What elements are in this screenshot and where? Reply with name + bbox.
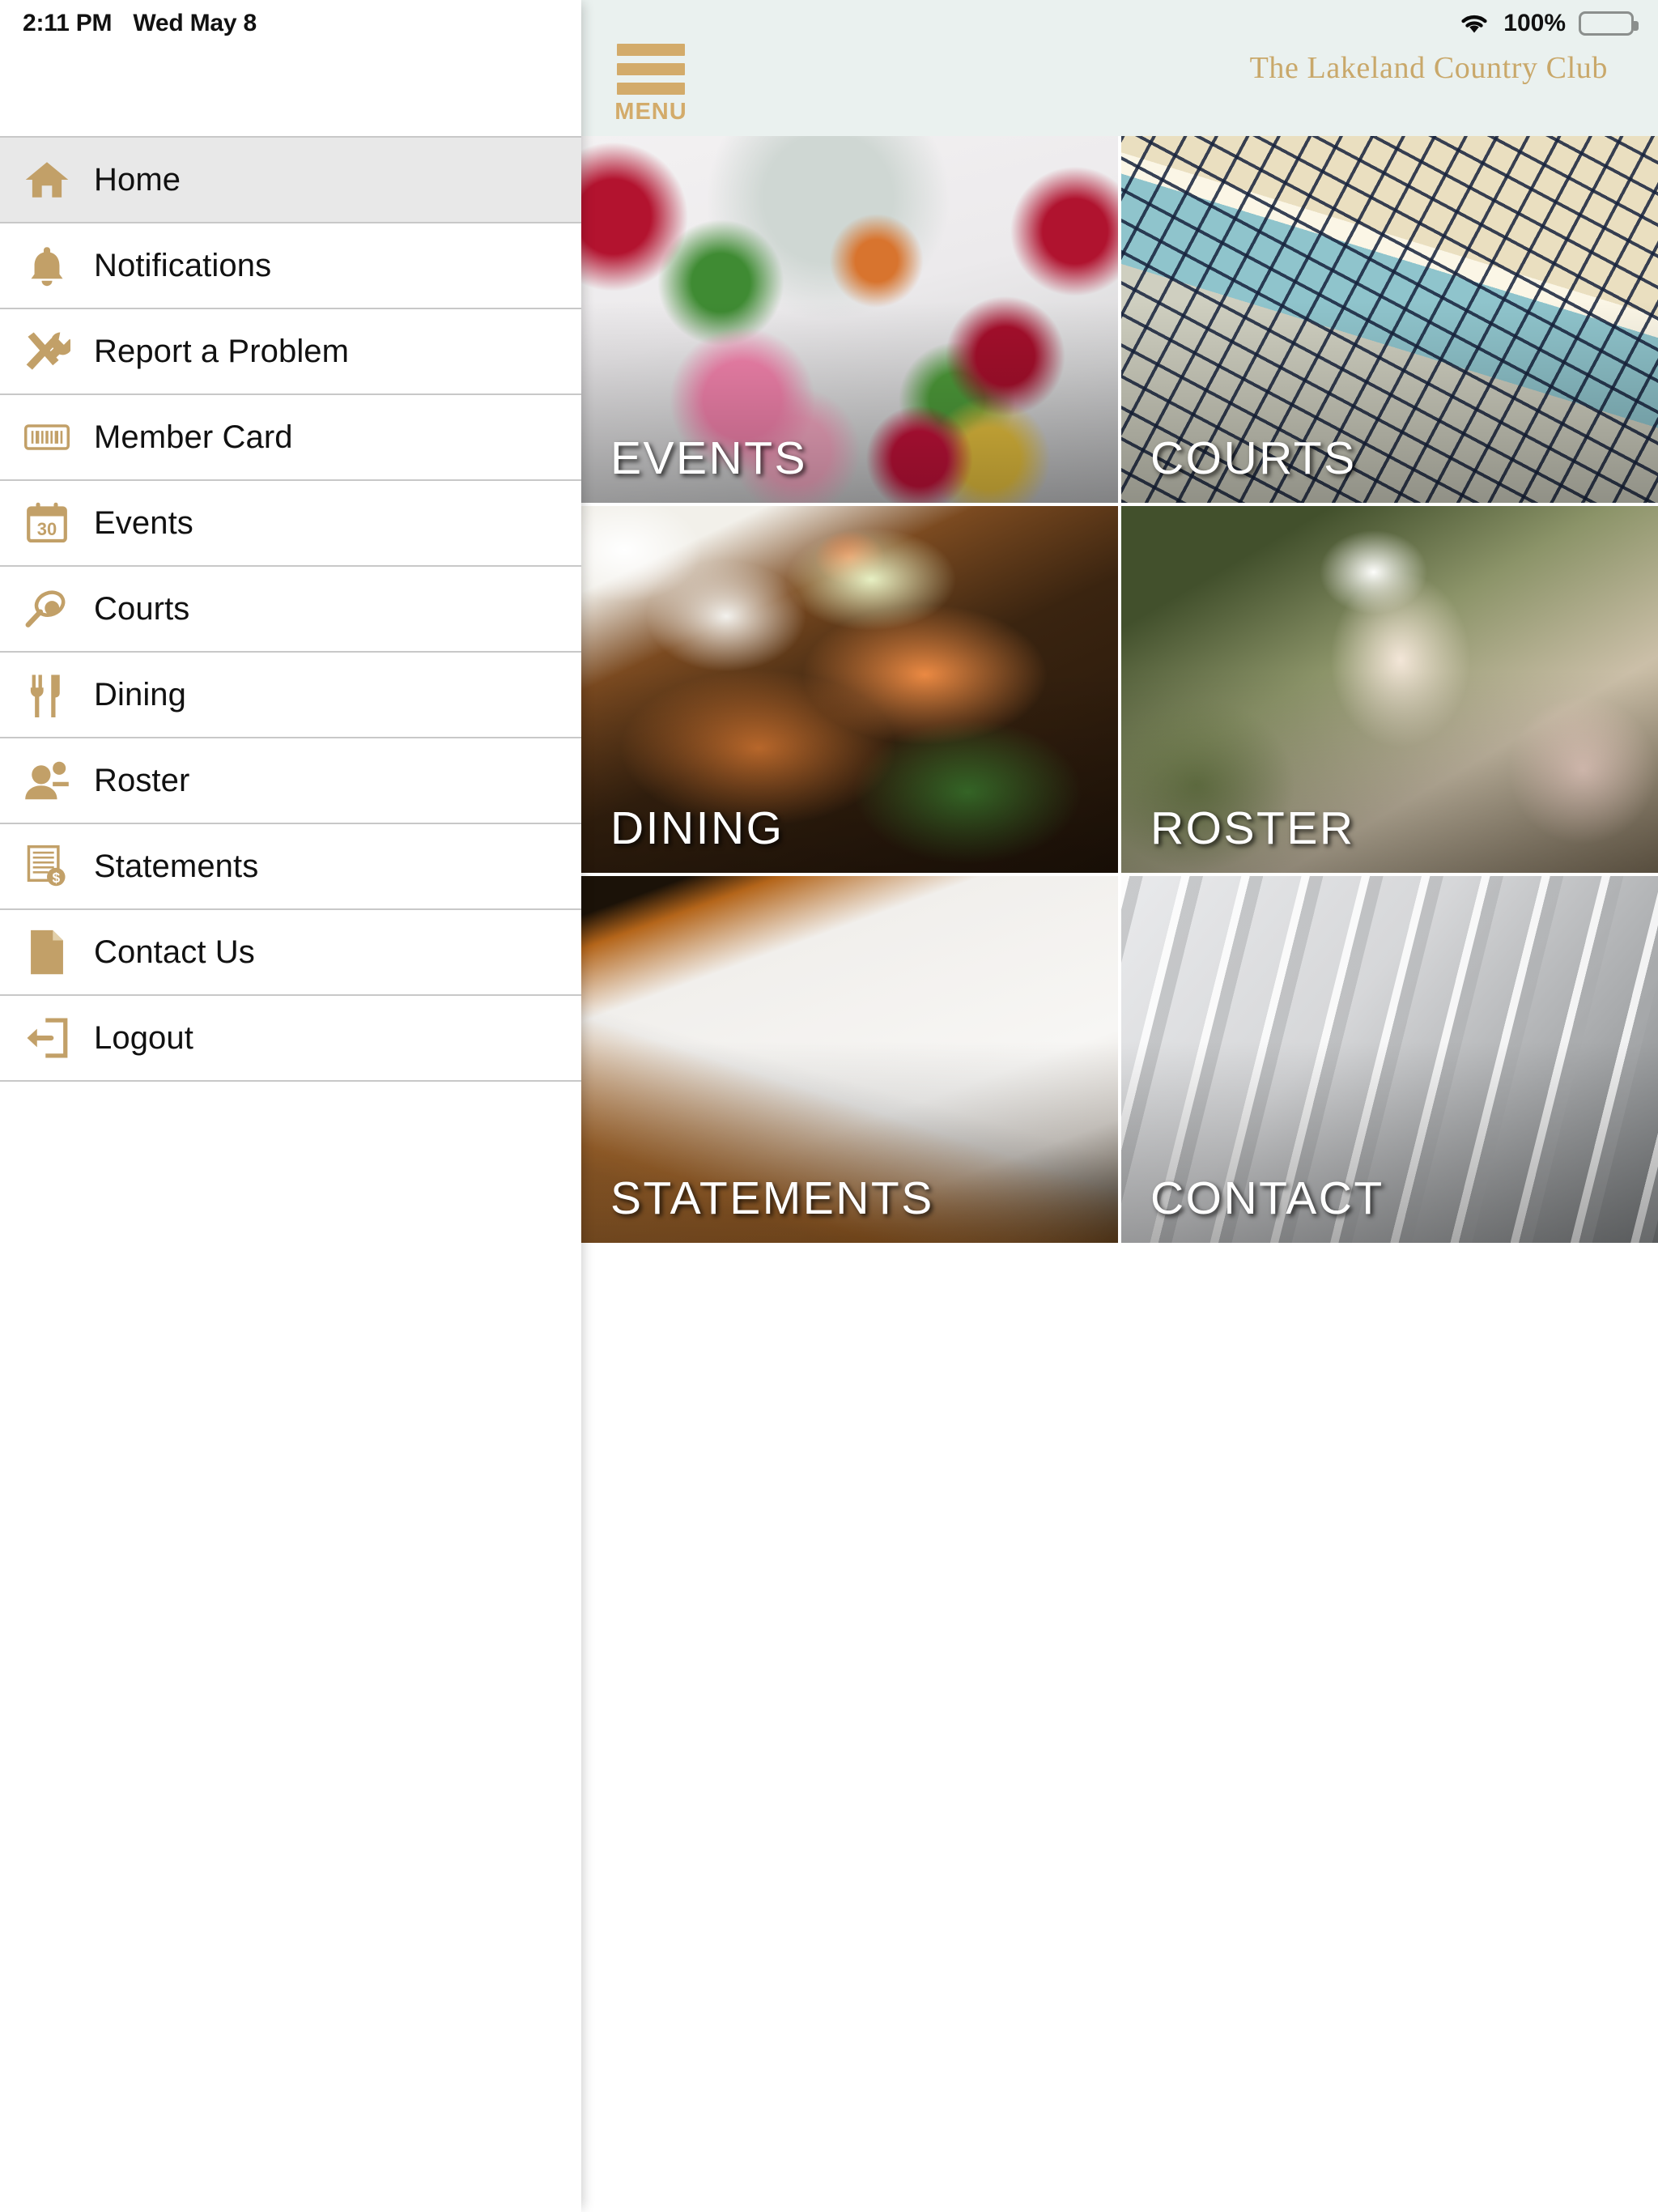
- club-title: The Lakeland Country Club: [1249, 51, 1608, 85]
- sidebar-item-events[interactable]: 30 Events: [0, 481, 581, 567]
- tile-label: COURTS: [1150, 432, 1357, 484]
- sidebar-item-label: Member Card: [94, 419, 293, 455]
- logout-arrow-icon: [0, 995, 94, 1081]
- hamburger-icon: [617, 44, 685, 95]
- app-topbar: MENU The Lakeland Country Club: [581, 0, 1658, 136]
- home-tile-grid: EVENTS COURTS DINING ROSTER STATEMENTS C…: [581, 136, 1658, 1243]
- sidebar-item-statements[interactable]: $ Statements: [0, 824, 581, 910]
- svg-text:$: $: [52, 870, 60, 886]
- sidebar-item-courts[interactable]: Courts: [0, 567, 581, 653]
- sidebar-item-label: Events: [94, 504, 193, 541]
- tile-courts[interactable]: COURTS: [1121, 136, 1658, 503]
- sidebar-item-label: Logout: [94, 1019, 193, 1056]
- invoice-dollar-icon: $: [0, 823, 94, 909]
- sidebar-item-label: Dining: [94, 676, 186, 713]
- home-icon: [0, 137, 94, 223]
- tile-events[interactable]: EVENTS: [581, 136, 1118, 503]
- sidebar-item-logout[interactable]: Logout: [0, 996, 581, 1082]
- tile-label: DINING: [610, 802, 784, 854]
- tile-roster[interactable]: ROSTER: [1121, 506, 1658, 873]
- tile-label: STATEMENTS: [610, 1172, 934, 1224]
- people-icon: [0, 738, 94, 823]
- tile-contact[interactable]: CONTACT: [1121, 876, 1658, 1243]
- tile-statements[interactable]: STATEMENTS: [581, 876, 1118, 1243]
- sidebar-item-dining[interactable]: Dining: [0, 653, 581, 738]
- sidebar-item-label: Courts: [94, 590, 190, 627]
- tile-label: ROSTER: [1150, 802, 1355, 854]
- sidebar-item-label: Roster: [94, 762, 190, 798]
- sidebar-item-member-card[interactable]: Member Card: [0, 395, 581, 481]
- svg-text:30: 30: [37, 519, 57, 539]
- document-icon: [0, 909, 94, 995]
- sidebar-item-label: Statements: [94, 848, 259, 884]
- menu-button[interactable]: MENU: [606, 44, 696, 125]
- sidebar-item-label: Contact Us: [94, 934, 255, 970]
- sidebar-item-home[interactable]: Home: [0, 138, 581, 223]
- sidebar-item-label: Home: [94, 161, 181, 198]
- tennis-racket-icon: [0, 566, 94, 652]
- bell-icon: [0, 223, 94, 308]
- tile-label: EVENTS: [610, 432, 808, 484]
- tools-icon: [0, 308, 94, 394]
- sidebar-item-contact-us[interactable]: Contact Us: [0, 910, 581, 996]
- app-root: MENU The Lakeland Country Club EVENTS CO…: [0, 0, 1658, 2212]
- sidebar-item-report-a-problem[interactable]: Report a Problem: [0, 309, 581, 395]
- sidebar-item-notifications[interactable]: Notifications: [0, 223, 581, 309]
- tile-label: CONTACT: [1150, 1172, 1384, 1224]
- sidebar-menu: Home Notifications Report a Problem Member …: [0, 0, 581, 2212]
- calendar-30-icon: 30: [0, 480, 94, 566]
- sidebar-item-roster[interactable]: Roster: [0, 738, 581, 824]
- sidebar-item-list: Home Notifications Report a Problem Member …: [0, 136, 581, 1082]
- sidebar-item-label: Notifications: [94, 247, 272, 283]
- sidebar-top-spacer: [0, 0, 581, 136]
- fork-knife-icon: [0, 652, 94, 738]
- tile-dining[interactable]: DINING: [581, 506, 1118, 873]
- sidebar-item-label: Report a Problem: [94, 333, 350, 369]
- main-content: MENU The Lakeland Country Club EVENTS CO…: [581, 0, 1658, 2212]
- barcode-icon: [0, 394, 94, 480]
- menu-button-label: MENU: [614, 99, 687, 125]
